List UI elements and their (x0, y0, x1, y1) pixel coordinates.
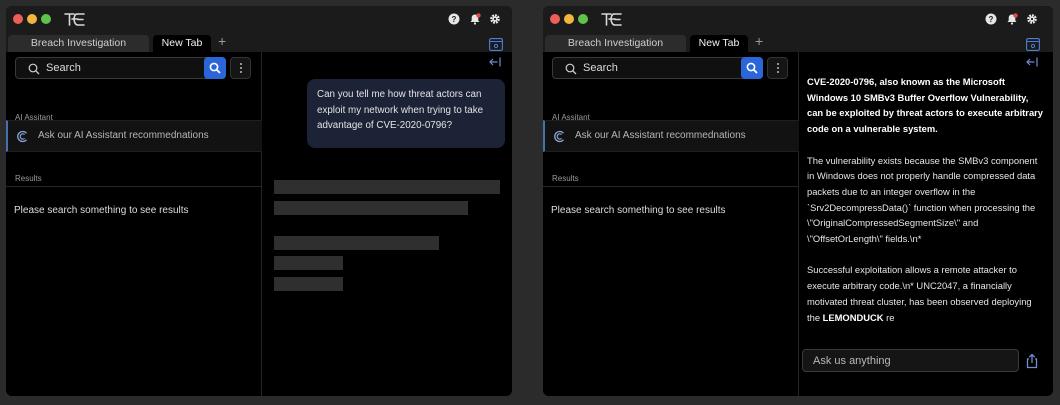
search-icon (746, 62, 758, 74)
more-options-button[interactable] (230, 57, 251, 79)
response-text: re (883, 311, 895, 323)
title-bar: ? (6, 6, 512, 32)
left-sidebar: AI Assitant Ask our AI Assistant recomme… (543, 52, 799, 396)
search-icon (565, 63, 577, 75)
app-logo (601, 13, 622, 26)
help-icon[interactable]: ? (985, 13, 997, 25)
add-tab-button[interactable]: + (218, 33, 226, 49)
ask-bar (802, 349, 1019, 372)
ai-assistant-icon (554, 130, 564, 143)
empty-results-message: Please search something to see results (14, 205, 189, 216)
tab-bar: Breach Investigation New Tab + (6, 32, 512, 52)
response-paragraph: Successful exploitation allows a remote … (807, 262, 1045, 325)
svg-text:?: ? (452, 15, 457, 24)
notification-bell-icon[interactable] (469, 13, 481, 25)
search-input[interactable] (46, 60, 196, 76)
search-button[interactable] (741, 57, 763, 79)
left-sidebar: AI Assitant Ask our AI Assistant recomme… (6, 52, 262, 396)
response-heading: CVE-2020-0796, also known as the Microso… (807, 76, 1044, 135)
search-icon (28, 63, 40, 75)
search-button[interactable] (204, 57, 226, 79)
section-label-results: Results (552, 174, 579, 183)
more-options-button[interactable] (767, 57, 788, 79)
ai-assistant-label: Ask our AI Assistant recommednations (38, 130, 209, 141)
search-bar (15, 57, 226, 79)
panel-toggle-icon[interactable] (489, 38, 503, 51)
tab-breach-investigation[interactable]: Breach Investigation (545, 35, 686, 52)
search-icon (209, 62, 221, 74)
loading-skeleton-line (274, 277, 343, 291)
ai-assistant-label: Ask our AI Assistant recommednations (575, 130, 746, 141)
collapse-panel-icon[interactable] (489, 56, 501, 68)
app-logo (64, 13, 85, 26)
notification-bell-icon[interactable] (1006, 13, 1018, 25)
loading-skeleton-line (274, 236, 439, 250)
user-message-bubble: Can you tell me how threat actors can ex… (307, 79, 505, 148)
tab-bar: Breach Investigation New Tab + (543, 32, 1053, 52)
empty-results-message: Please search something to see results (551, 205, 726, 216)
kebab-menu-icon (240, 63, 242, 65)
section-label-results: Results (15, 174, 42, 183)
window-maximize-button[interactable] (41, 14, 51, 24)
loading-skeleton-line (274, 180, 500, 194)
window-maximize-button[interactable] (578, 14, 588, 24)
window-minimize-button[interactable] (27, 14, 37, 24)
ai-assistant-recommendations-item[interactable]: Ask our AI Assistant recommednations (6, 120, 262, 152)
ai-response: CVE-2020-0796, also known as the Microso… (807, 74, 1045, 341)
divider (6, 186, 262, 187)
settings-gear-icon[interactable] (1026, 13, 1038, 25)
kebab-menu-icon (777, 63, 779, 65)
search-input[interactable] (583, 60, 733, 76)
divider (543, 186, 799, 187)
app-window-left: ? Breach Investigation New Tab + AI Assi… (6, 6, 512, 396)
ai-assistant-icon (17, 130, 27, 143)
loading-skeleton-line (274, 256, 343, 270)
svg-text:?: ? (989, 15, 994, 24)
tab-new-tab[interactable]: New Tab (153, 35, 211, 52)
settings-gear-icon[interactable] (489, 13, 501, 25)
window-minimize-button[interactable] (564, 14, 574, 24)
title-bar: ? (543, 6, 1053, 32)
window-close-button[interactable] (13, 14, 23, 24)
ask-input[interactable] (813, 353, 1008, 369)
help-icon[interactable]: ? (448, 13, 460, 25)
tab-breach-investigation[interactable]: Breach Investigation (8, 35, 149, 52)
response-emphasis: LEMONDUCK (822, 311, 884, 323)
ai-assistant-recommendations-item[interactable]: Ask our AI Assistant recommednations (543, 120, 799, 152)
collapse-panel-icon[interactable] (1026, 56, 1038, 68)
panel-toggle-icon[interactable] (1026, 38, 1040, 51)
search-bar (552, 57, 763, 79)
share-icon[interactable] (1025, 353, 1039, 369)
response-paragraph: The vulnerability exists because the SMB… (807, 154, 1038, 245)
app-window-right: ? Breach Investigation New Tab + AI Assi… (543, 6, 1053, 396)
tab-new-tab[interactable]: New Tab (690, 35, 748, 52)
add-tab-button[interactable]: + (755, 33, 763, 49)
loading-skeleton-line (274, 201, 468, 215)
window-close-button[interactable] (550, 14, 560, 24)
